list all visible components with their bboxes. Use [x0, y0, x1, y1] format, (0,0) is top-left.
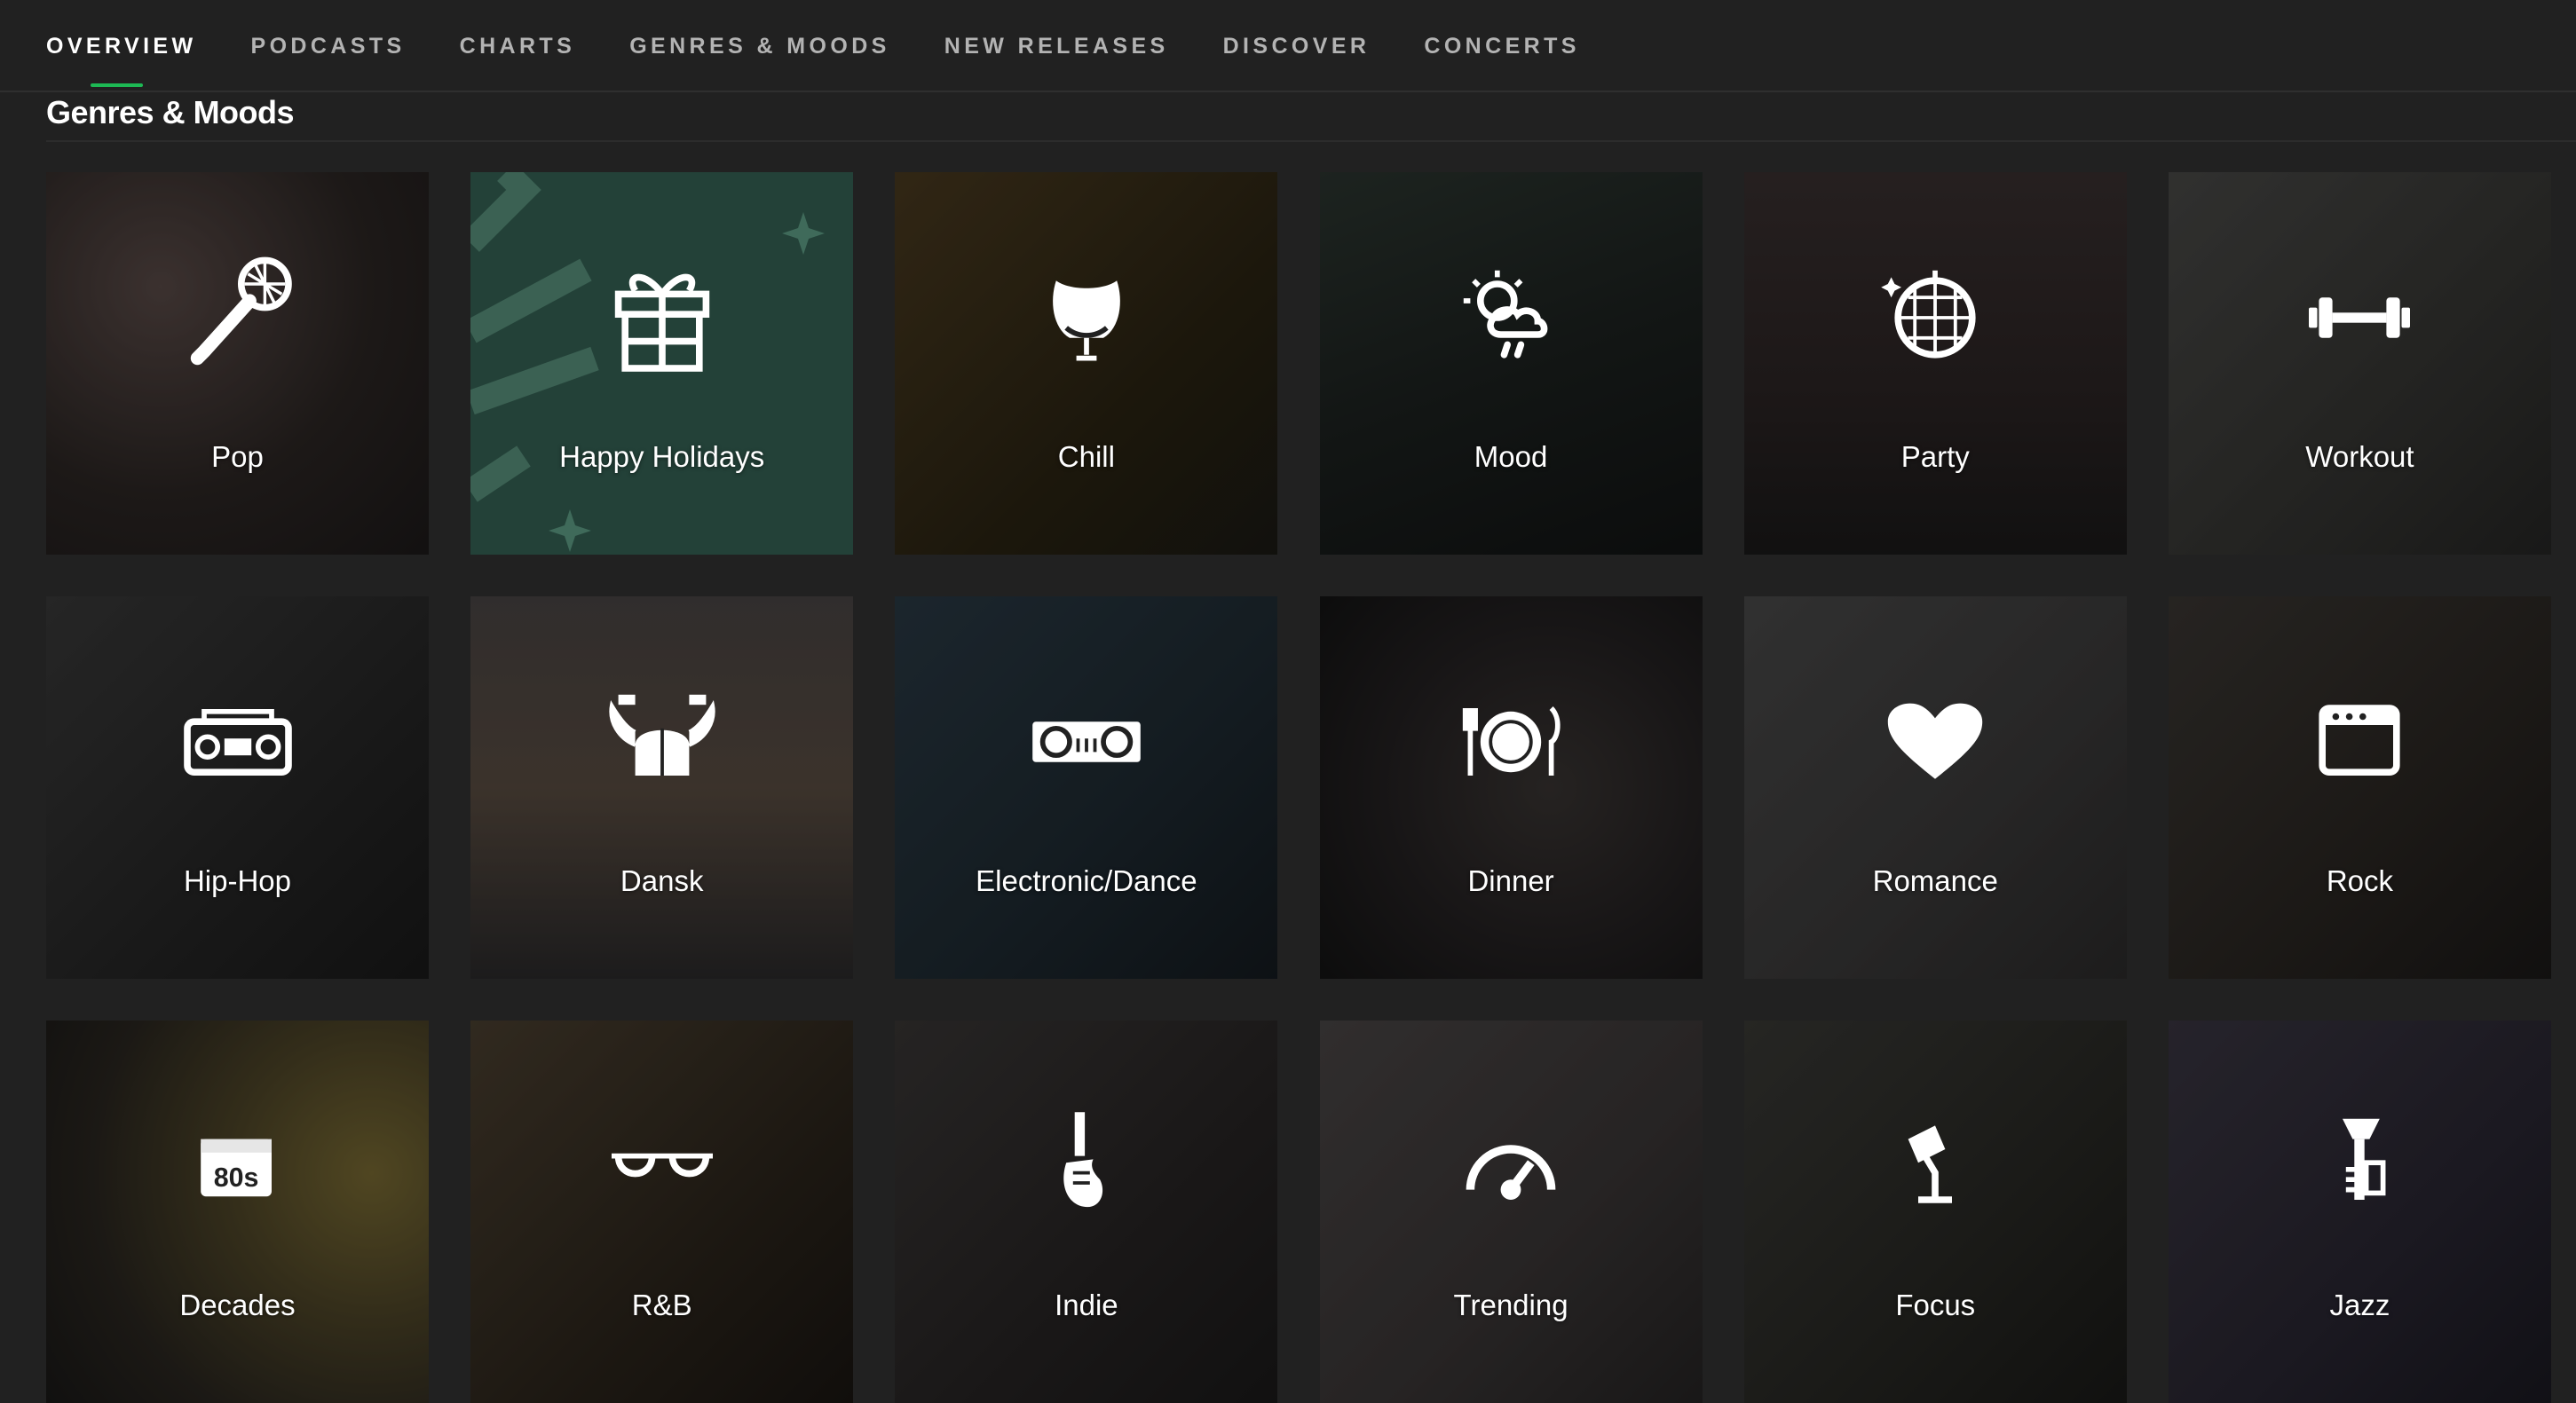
tab-podcasts[interactable]: PODCASTS [251, 0, 406, 92]
svg-text:80s: 80s [213, 1163, 258, 1193]
calendar-80s-icon: 80s [154, 1082, 322, 1250]
category-label: Chill [1057, 440, 1115, 473]
tab-genres-moods[interactable]: GENRES & MOODS [629, 0, 890, 92]
sun-cloud-rain-icon [1426, 233, 1595, 402]
category-tile-jazz[interactable]: Jazz [2168, 1021, 2551, 1403]
category-label: Party [1900, 440, 1970, 473]
category-tile-dansk[interactable]: Dansk [470, 596, 854, 979]
sunglasses-icon [578, 1082, 747, 1250]
category-tile-focus[interactable]: Focus [1743, 1021, 2127, 1403]
trumpet-icon [2275, 1082, 2444, 1250]
amplifier-icon [2275, 658, 2444, 826]
gift-icon [578, 233, 747, 402]
category-label: Rock [2326, 864, 2394, 897]
category-label: Happy Holidays [559, 440, 765, 473]
category-tile-workout[interactable]: Workout [2168, 172, 2551, 555]
category-tile-indie[interactable]: Indie [895, 1021, 1278, 1403]
category-tile-rock[interactable]: Rock [2168, 596, 2551, 979]
category-tile-trending[interactable]: Trending [1319, 1021, 1703, 1403]
tab-overview[interactable]: OVERVIEW [46, 0, 197, 92]
plate-cutlery-icon [1426, 658, 1595, 826]
category-label: Hip-Hop [183, 864, 292, 897]
category-tile-rnb[interactable]: R&B [470, 1021, 854, 1403]
category-label: Dinner [1467, 864, 1554, 897]
category-label: Trending [1453, 1289, 1569, 1321]
category-label: Pop [211, 440, 264, 473]
page-title: Genres & Moods [46, 94, 295, 130]
category-label: Indie [1055, 1289, 1118, 1321]
category-tile-party[interactable]: Party [1743, 172, 2127, 555]
category-tile-romance[interactable]: Romance [1743, 596, 2127, 979]
tab-discover[interactable]: DISCOVER [1223, 0, 1371, 92]
desk-lamp-icon [1851, 1082, 2019, 1250]
microphone-icon [154, 233, 322, 402]
category-tile-decades[interactable]: 80s Decades [46, 1021, 429, 1403]
category-tile-happy-holidays[interactable]: Happy Holidays [470, 172, 854, 555]
divider [46, 140, 2576, 142]
category-tile-mood[interactable]: Mood [1319, 172, 1703, 555]
category-label: Mood [1474, 440, 1548, 473]
category-label: Decades [179, 1289, 296, 1321]
category-label: Electronic/Dance [976, 864, 1197, 897]
category-label: Romance [1872, 864, 1998, 897]
tab-new-releases[interactable]: NEW RELEASES [944, 0, 1169, 92]
electric-guitar-icon [1002, 1082, 1171, 1250]
viking-helmet-icon [578, 658, 747, 826]
category-tile-hip-hop[interactable]: Hip-Hop [46, 596, 429, 979]
category-label: Workout [2305, 440, 2414, 473]
heart-icon [1851, 658, 2019, 826]
boombox-icon [154, 658, 322, 826]
tab-concerts[interactable]: CONCERTS [1424, 0, 1579, 92]
category-grid: Pop Happy Holidays Chill Mood Party Work… [46, 172, 2551, 1403]
top-navigation: OVERVIEW PODCASTS CHARTS GENRES & MOODS … [0, 0, 2576, 92]
category-label: Focus [1895, 1289, 1976, 1321]
nav-tabs: OVERVIEW PODCASTS CHARTS GENRES & MOODS … [46, 0, 1634, 92]
category-label: R&B [631, 1289, 692, 1321]
category-label: Dansk [620, 864, 704, 897]
speedometer-icon [1426, 1082, 1595, 1250]
turntables-icon [1002, 658, 1171, 826]
category-label: Jazz [2329, 1289, 2390, 1321]
egg-chair-icon [1002, 233, 1171, 402]
disco-ball-icon [1851, 233, 2019, 402]
category-tile-dinner[interactable]: Dinner [1319, 596, 1703, 979]
category-tile-chill[interactable]: Chill [895, 172, 1278, 555]
dumbbell-icon [2275, 233, 2444, 402]
tab-charts[interactable]: CHARTS [460, 0, 576, 92]
category-tile-pop[interactable]: Pop [46, 172, 429, 555]
category-tile-electronic-dance[interactable]: Electronic/Dance [895, 596, 1278, 979]
